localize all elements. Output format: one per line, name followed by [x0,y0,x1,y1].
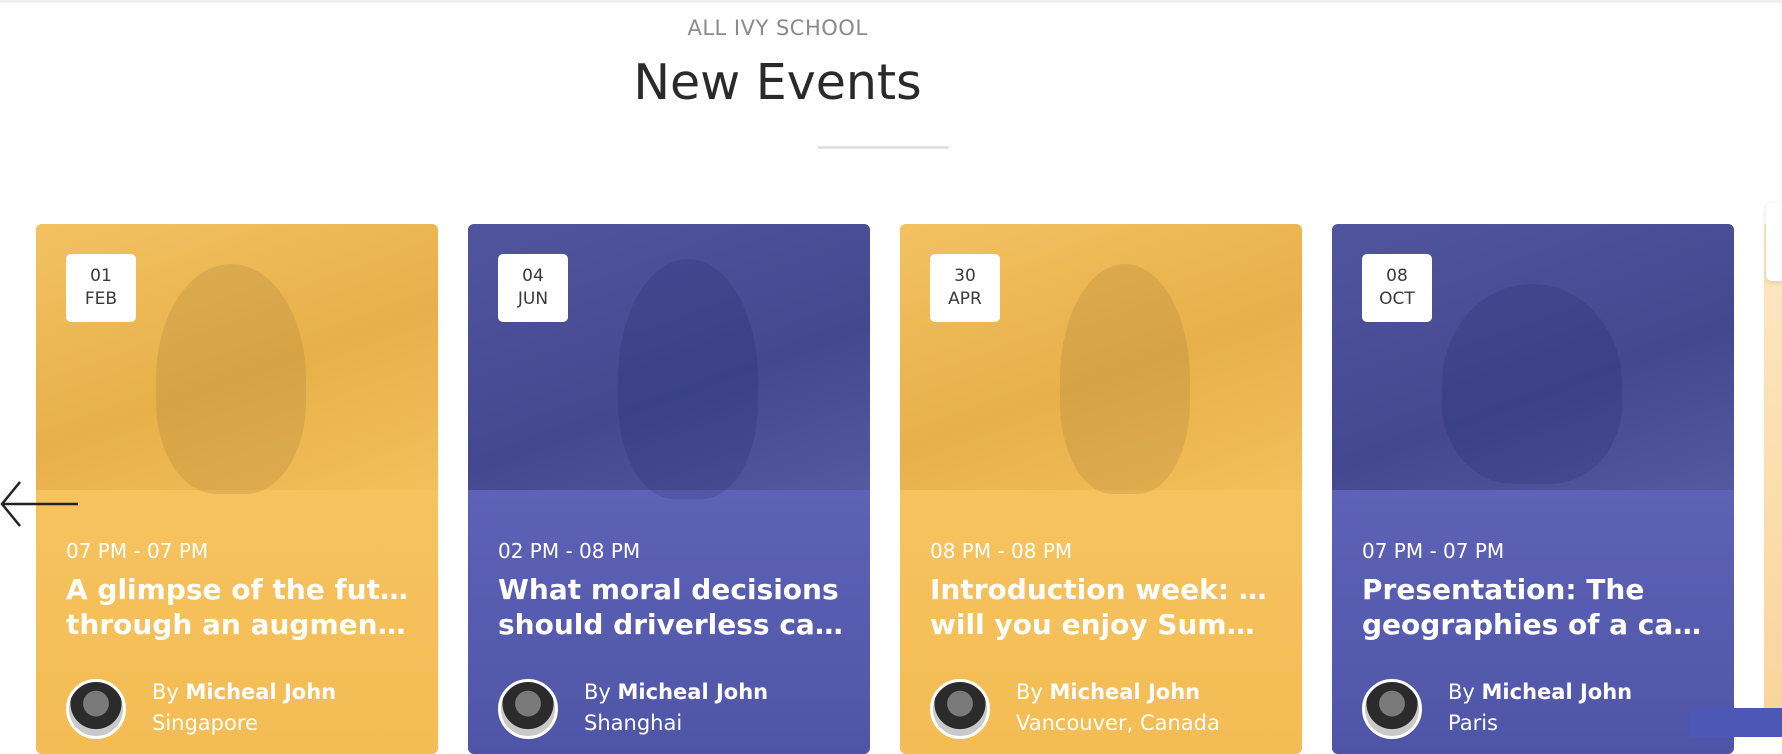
event-author: By Micheal John [152,680,336,704]
event-title-line: A glimpse of the future [66,573,411,606]
event-day: 01 [90,266,112,286]
event-author: By Micheal John [1448,680,1632,704]
author-name[interactable]: Micheal John [186,680,337,704]
event-title-line: geographies of a care... [1362,608,1707,641]
event-title-line: through an augmented... [66,608,411,641]
event-date-badge: 30 APR [930,254,1000,322]
event-location: Singapore [152,711,258,735]
event-month: OCT [1379,289,1415,309]
event-time: 07 PM - 07 PM [66,539,209,563]
event-title-line: What moral decisions [498,573,839,606]
event-title-line: Presentation: The [1362,573,1645,606]
author-name[interactable]: Micheal John [618,680,769,704]
by-prefix: By [584,680,611,704]
event-location: Paris [1448,711,1498,735]
author-avatar [66,679,126,739]
event-day: 30 [954,266,976,286]
event-card[interactable]: 08 OCT 07 PM - 07 PM Presentation: The g… [1332,224,1734,754]
event-title[interactable]: Presentation: The geographies of a care.… [1362,572,1707,642]
event-day: 08 [1386,266,1408,286]
event-card[interactable]: 01 FEB 07 PM - 07 PM A glimpse of the fu… [36,224,438,754]
next-card-peek-badge [1766,203,1782,281]
by-prefix: By [152,680,179,704]
event-card[interactable]: 30 APR 08 PM - 08 PM Introduction week: … [900,224,1302,754]
event-time: 02 PM - 08 PM [498,539,641,563]
author-avatar [1362,679,1422,739]
section-title: New Events [633,54,922,111]
next-card-peek [1764,224,1782,737]
floating-button[interactable] [1690,708,1782,737]
event-title[interactable]: A glimpse of the future through an augme… [66,572,411,642]
event-card[interactable]: 04 JUN 02 PM - 08 PM What moral decision… [468,224,870,754]
arrow-left-icon[interactable] [0,478,80,530]
event-month: JUN [517,289,549,309]
event-author: By Micheal John [1016,680,1200,704]
event-day: 04 [522,266,544,286]
event-title[interactable]: What moral decisions should driverless c… [498,572,843,642]
event-title-line: Introduction week: How [930,573,1275,606]
event-author: By Micheal John [584,680,768,704]
event-location: Shanghai [584,711,683,735]
event-date-badge: 08 OCT [1362,254,1432,322]
event-time: 07 PM - 07 PM [1362,539,1505,563]
author-avatar [498,679,558,739]
by-prefix: By [1448,680,1475,704]
event-month: FEB [84,289,118,309]
event-title-line: should driverless cars... [498,608,843,641]
event-title-line: will you enjoy Summer... [930,608,1275,641]
event-date-badge: 01 FEB [66,254,136,322]
author-avatar [930,679,990,739]
event-time: 08 PM - 08 PM [930,539,1073,563]
author-name[interactable]: Micheal John [1482,680,1633,704]
event-title[interactable]: Introduction week: How will you enjoy Su… [930,572,1275,642]
event-date-badge: 04 JUN [498,254,568,322]
author-name[interactable]: Micheal John [1050,680,1201,704]
by-prefix: By [1016,680,1043,704]
section-kicker: ALL IVY SCHOOL [687,16,868,40]
title-divider [818,146,949,149]
top-border [0,0,1782,3]
event-location: Vancouver, Canada [1016,711,1220,735]
event-month: APR [948,289,982,309]
